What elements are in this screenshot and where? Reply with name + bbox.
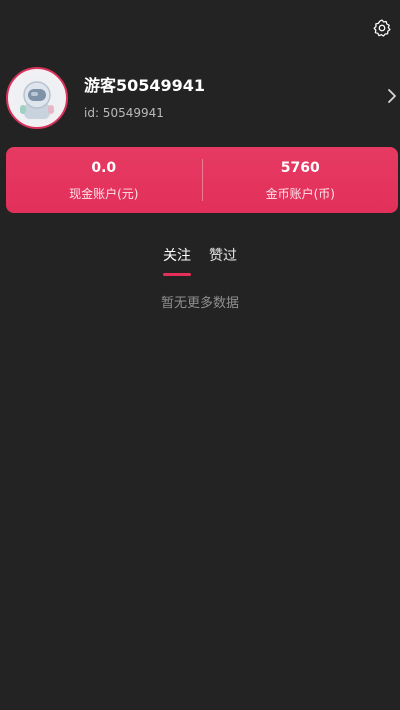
tab-following[interactable]: 关注 xyxy=(163,246,191,276)
content-tabs: 关注 赞过 xyxy=(0,246,400,276)
account-card: 0.0 现金账户(元) 5760 金币账户(币) xyxy=(6,147,398,213)
profile-header[interactable]: 游客50549941 id: 50549941 xyxy=(6,63,400,133)
chevron-right-icon[interactable] xyxy=(386,87,398,105)
cash-balance: 0.0 xyxy=(91,159,117,176)
tab-liked-label: 赞过 xyxy=(209,248,237,264)
tab-following-label: 关注 xyxy=(163,248,191,264)
coin-account-label: 金币账户(币) xyxy=(265,186,335,201)
tab-liked[interactable]: 赞过 xyxy=(209,246,237,276)
profile-page: 游客50549941 id: 50549941 0.0 现金账户(元) 5760… xyxy=(0,0,400,710)
cash-account[interactable]: 0.0 现金账户(元) xyxy=(6,147,202,213)
empty-state-message: 暂无更多数据 xyxy=(160,296,239,311)
username: 游客50549941 xyxy=(84,76,206,95)
coin-account[interactable]: 5760 金币账户(币) xyxy=(203,147,399,213)
settings-button[interactable] xyxy=(370,16,394,40)
tab-active-indicator xyxy=(163,273,191,276)
profile-info: 游客50549941 id: 50549941 xyxy=(84,75,205,121)
coin-balance: 5760 xyxy=(280,159,320,176)
cash-account-label: 现金账户(元) xyxy=(69,186,139,201)
astronaut-avatar-icon xyxy=(13,74,61,122)
gear-icon xyxy=(373,19,391,37)
user-id: id: 50549941 xyxy=(84,106,164,120)
avatar[interactable] xyxy=(6,67,68,129)
